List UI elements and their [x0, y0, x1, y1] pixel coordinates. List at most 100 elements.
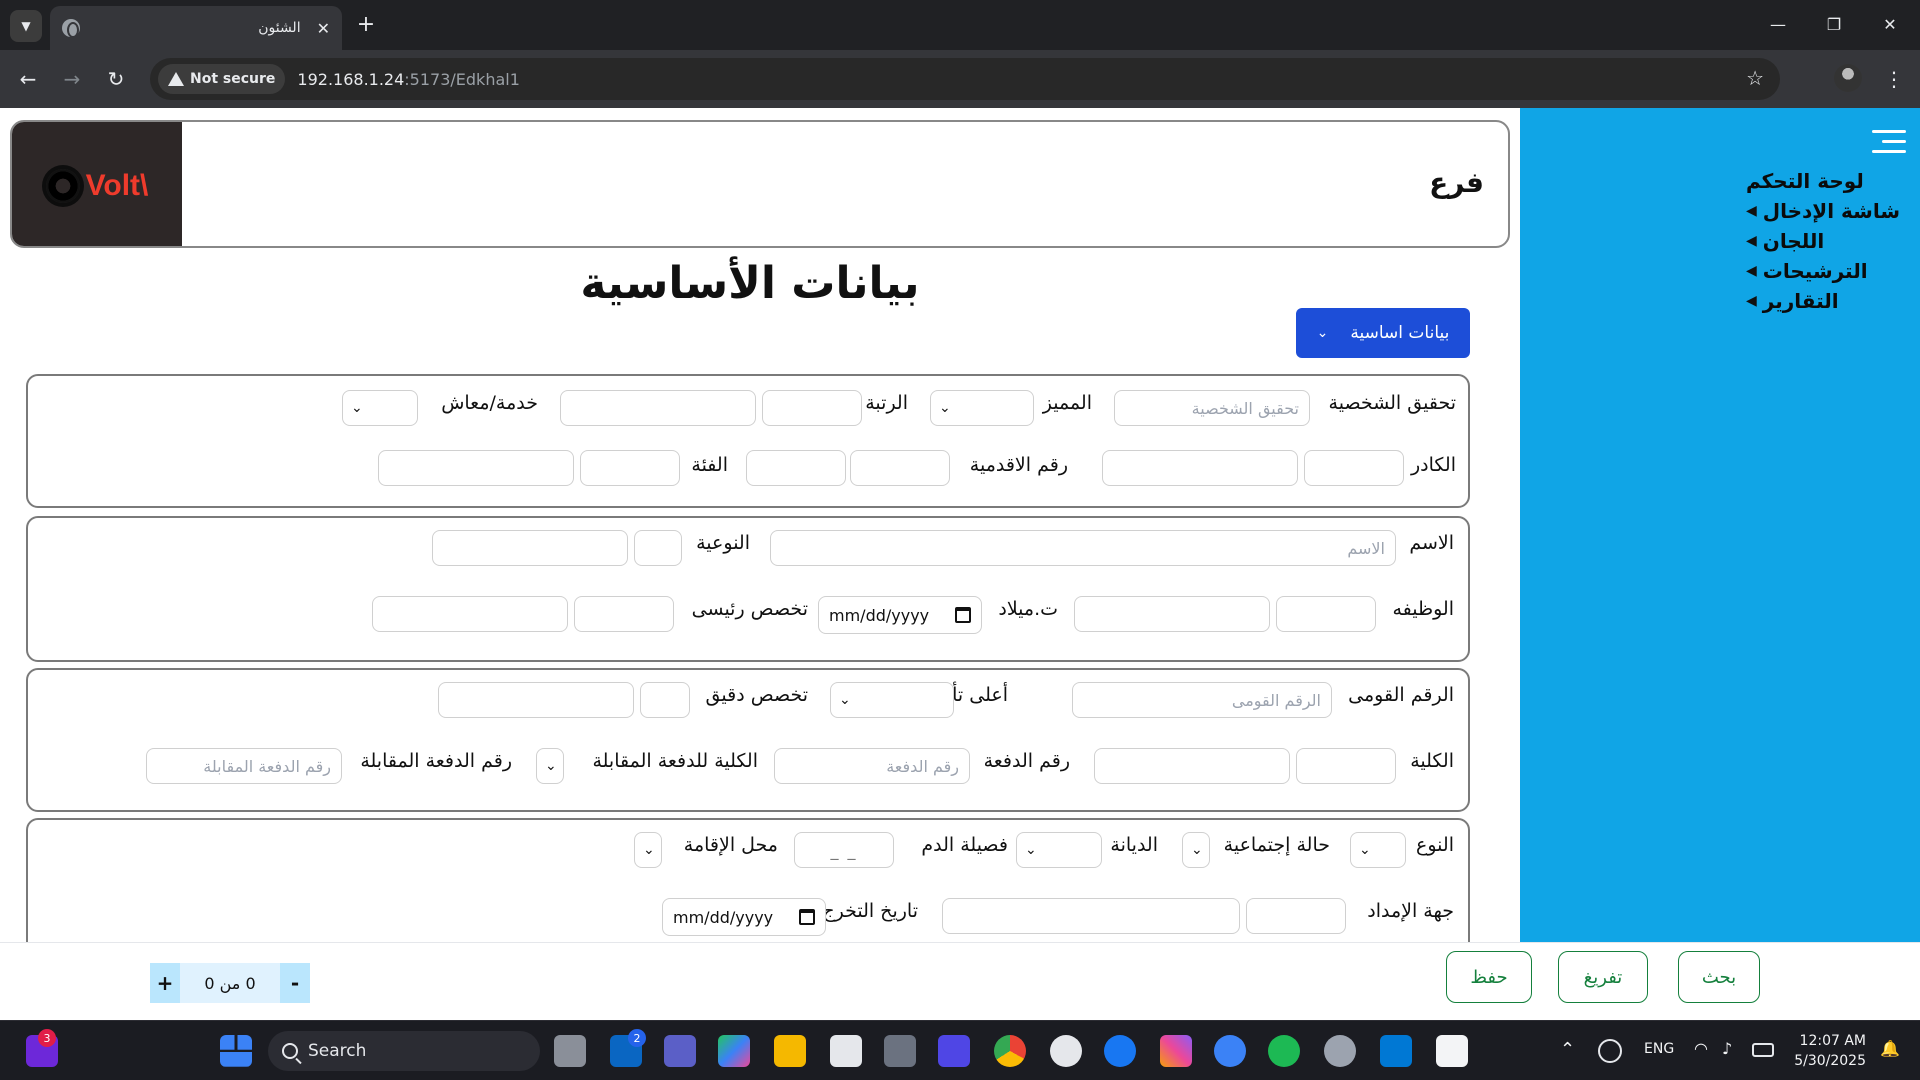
action-footer: بحث تفريغ حفظ + 0 من 0 - [0, 942, 1920, 1020]
vscode-icon[interactable] [1380, 1035, 1412, 1067]
url-text[interactable]: 192.168.1.24:5173/Edkhal1 [297, 70, 519, 89]
supply-name-input[interactable] [942, 898, 1240, 934]
national-id-input[interactable]: الرقم القومى [1072, 682, 1332, 718]
new-tab-button[interactable]: + [352, 10, 380, 38]
hamburger-icon[interactable] [1872, 130, 1906, 154]
taskbar-clock[interactable]: 12:07 AM 5/30/2025 [1790, 1031, 1866, 1071]
cadre-code-input[interactable] [1304, 450, 1404, 486]
college-match-select[interactable]: ⌄ [536, 748, 564, 784]
main-spec-name-input[interactable] [372, 596, 568, 632]
sidebar-item-committees[interactable]: اللجان ◀ [1746, 226, 1900, 256]
sidebar-item-nominations[interactable]: الترشيحات ◀ [1746, 256, 1900, 286]
type-code-input[interactable] [634, 530, 682, 566]
profile-avatar[interactable] [1834, 64, 1862, 92]
calendar-icon[interactable] [799, 909, 815, 925]
close-window-icon[interactable]: ✕ [1870, 8, 1910, 40]
chrome-icon[interactable] [994, 1035, 1026, 1067]
birth-date-input[interactable]: mm/dd/yyyy [818, 596, 982, 634]
volume-icon[interactable]: ♪ [1722, 1039, 1732, 1058]
pager-prev-button[interactable]: - [280, 963, 310, 1003]
wifi-icon[interactable]: ◠ [1694, 1039, 1708, 1058]
blood-type-input[interactable]: _ _ [794, 832, 894, 868]
windows-start-icon[interactable] [220, 1035, 252, 1067]
notepad-icon[interactable] [1436, 1035, 1468, 1067]
facebook-icon[interactable] [1104, 1035, 1136, 1067]
college-name-input[interactable] [1094, 748, 1290, 784]
chevron-up-icon[interactable]: ⌃ [1560, 1039, 1575, 1060]
label-college-match: الكلية للدفعة المقابلة [592, 750, 758, 772]
chatgpt-icon[interactable] [1050, 1035, 1082, 1067]
search-button[interactable]: بحث [1678, 951, 1760, 1003]
batch-match-input[interactable]: رقم الدفعة المقابلة [146, 748, 342, 784]
taskbar-search-label: Search [308, 1041, 367, 1061]
warning-icon [168, 72, 184, 86]
messenger-icon[interactable] [1214, 1035, 1246, 1067]
form-section-3: الرقم القومى الرقم القومى أعلى تأهيل ⌄ ت… [26, 668, 1470, 812]
address-bar[interactable]: Not secure 192.168.1.24:5173/Edkhal1 ☆ [150, 58, 1780, 100]
calendar-icon[interactable] [955, 607, 971, 623]
sub-spec-name-input[interactable] [438, 682, 634, 718]
browser-tab[interactable]: الشئون ✕ [50, 6, 342, 50]
restore-icon[interactable]: ❐ [1814, 8, 1854, 40]
save-button[interactable]: حفظ [1446, 951, 1532, 1003]
file-explorer-icon[interactable] [774, 1035, 806, 1067]
sidebar-item-entry-screen[interactable]: شاشة الإدخال ◀ [1746, 196, 1900, 226]
batch-input[interactable]: رقم الدفعة [774, 748, 970, 784]
rank-code-input[interactable] [762, 390, 862, 426]
back-icon[interactable]: ← [12, 63, 44, 95]
name-input[interactable]: الاسم [770, 530, 1396, 566]
tab-search-button[interactable]: ▼ [10, 10, 42, 42]
sync-icon[interactable] [1598, 1039, 1622, 1063]
qualification-select[interactable]: ⌄ [830, 682, 954, 718]
taskbar-search[interactable]: Search [268, 1031, 540, 1071]
type-name-input[interactable] [432, 530, 628, 566]
marital-select[interactable]: ⌄ [1182, 832, 1210, 868]
settings-gear-icon[interactable] [1324, 1035, 1356, 1067]
gender-select[interactable]: ⌄ [1350, 832, 1406, 868]
religion-select[interactable]: ⌄ [1016, 832, 1102, 868]
reload-icon[interactable]: ↻ [100, 63, 132, 95]
spotify-icon[interactable] [1268, 1035, 1300, 1067]
app-icon[interactable] [884, 1035, 916, 1067]
college-code-input[interactable] [1296, 748, 1396, 784]
supply-code-input[interactable] [1246, 898, 1346, 934]
tab-close-icon[interactable]: ✕ [317, 19, 330, 38]
rank-name-input[interactable] [560, 390, 756, 426]
residence-select[interactable]: ⌄ [634, 832, 662, 868]
sidebar-item-reports[interactable]: التقارير ◀ [1746, 286, 1900, 316]
sidebar-item-dashboard[interactable]: لوحة التحكم [1746, 166, 1900, 196]
distinguished-select[interactable]: ⌄ [930, 390, 1034, 426]
battery-icon[interactable] [1752, 1043, 1774, 1057]
task-view-icon[interactable] [554, 1035, 586, 1067]
store-icon[interactable] [830, 1035, 862, 1067]
copilot-icon[interactable] [718, 1035, 750, 1067]
category-name-input[interactable] [378, 450, 574, 486]
date-placeholder: mm/dd/yyyy [673, 907, 774, 927]
instagram-icon[interactable] [1160, 1035, 1192, 1067]
pager-next-button[interactable]: + [150, 963, 180, 1003]
grad-date-input[interactable]: mm/dd/yyyy [662, 898, 826, 936]
label-birth-date: ت.ميلاد [998, 598, 1058, 620]
teams-icon[interactable] [664, 1035, 696, 1067]
sub-spec-code-input[interactable] [640, 682, 690, 718]
job-name-input[interactable] [1074, 596, 1270, 632]
forward-icon[interactable]: → [56, 63, 88, 95]
clear-button[interactable]: تفريغ [1558, 951, 1648, 1003]
security-chip[interactable]: Not secure [158, 64, 286, 94]
label-type: النوعية [696, 532, 750, 554]
bookmark-star-icon[interactable]: ☆ [1746, 66, 1764, 90]
service-select[interactable]: ⌄ [342, 390, 418, 426]
main-spec-code-input[interactable] [574, 596, 674, 632]
section-select[interactable]: بيانات اساسية ⌄ [1296, 308, 1470, 358]
cadre-name-input[interactable] [1102, 450, 1298, 486]
category-code-input[interactable] [580, 450, 680, 486]
editor-icon[interactable] [938, 1035, 970, 1067]
more-menu-icon[interactable]: ⋮ [1880, 63, 1908, 95]
job-code-input[interactable] [1276, 596, 1376, 632]
language-indicator[interactable]: ENG [1644, 1041, 1674, 1057]
seniority-input-b[interactable] [746, 450, 846, 486]
minimize-icon[interactable]: — [1758, 8, 1798, 40]
notification-bell-icon[interactable]: 🔔 [1880, 1039, 1900, 1058]
id-check-input[interactable]: تحقيق الشخصية [1114, 390, 1310, 426]
seniority-input-a[interactable] [850, 450, 950, 486]
